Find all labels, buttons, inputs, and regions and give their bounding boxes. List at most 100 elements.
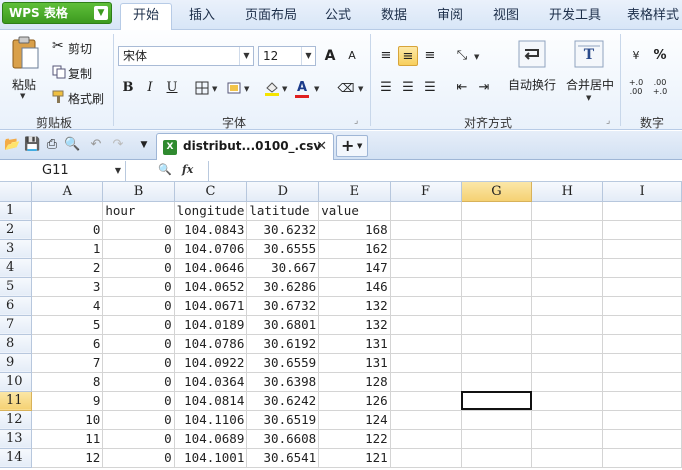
align-left-button[interactable]: ☰ bbox=[376, 78, 396, 98]
cell-b9[interactable]: 0 bbox=[102, 353, 175, 373]
cell-h12[interactable] bbox=[531, 410, 604, 430]
redo-icon[interactable]: ↷ bbox=[110, 137, 126, 153]
cell-a1[interactable] bbox=[31, 201, 104, 221]
increase-decimal-button[interactable]: +.0.00 bbox=[626, 78, 646, 98]
cell-i7[interactable] bbox=[602, 315, 682, 335]
tab-view[interactable]: 视图 bbox=[486, 6, 526, 30]
cell-d9[interactable]: 30.6559 bbox=[246, 353, 320, 373]
row-header[interactable]: 9 bbox=[0, 353, 33, 373]
cell-a6[interactable]: 4 bbox=[31, 296, 104, 316]
cell-f11[interactable] bbox=[390, 391, 462, 411]
cut-button[interactable]: ✂ 剪切 bbox=[50, 38, 110, 58]
cell-d8[interactable]: 30.6192 bbox=[246, 334, 320, 354]
decrease-indent-button[interactable]: ⇤ bbox=[452, 78, 472, 98]
column-header-d[interactable]: D bbox=[246, 182, 320, 202]
tab-review[interactable]: 审阅 bbox=[430, 6, 470, 30]
cell-i13[interactable] bbox=[602, 429, 682, 449]
cell-e4[interactable]: 147 bbox=[318, 258, 391, 278]
cell-d13[interactable]: 30.6608 bbox=[246, 429, 320, 449]
cell-e11[interactable]: 126 bbox=[318, 391, 391, 411]
column-header-e[interactable]: E bbox=[318, 182, 391, 202]
cell-e3[interactable]: 162 bbox=[318, 239, 391, 259]
cell-h8[interactable] bbox=[531, 334, 604, 354]
cell-i14[interactable] bbox=[602, 448, 682, 468]
cell-c3[interactable]: 104.0706 bbox=[174, 239, 248, 259]
cell-d7[interactable]: 30.6801 bbox=[246, 315, 320, 335]
print-icon[interactable]: ⎙ bbox=[44, 137, 60, 153]
cell-h9[interactable] bbox=[531, 353, 604, 373]
underline-button[interactable]: U bbox=[162, 78, 182, 98]
column-header-g[interactable]: G bbox=[461, 182, 533, 202]
format-painter-button[interactable]: 格式刷 bbox=[50, 88, 110, 108]
cell-c4[interactable]: 104.0646 bbox=[174, 258, 248, 278]
cell-f13[interactable] bbox=[390, 429, 462, 449]
cell-e7[interactable]: 132 bbox=[318, 315, 391, 335]
tab-developer[interactable]: 开发工具 bbox=[542, 6, 608, 30]
row-header[interactable]: 10 bbox=[0, 372, 33, 392]
cell-g8[interactable] bbox=[461, 334, 533, 354]
cell-a13[interactable]: 11 bbox=[31, 429, 104, 449]
cell-b5[interactable]: 0 bbox=[102, 277, 175, 297]
cell-d2[interactable]: 30.6232 bbox=[246, 220, 320, 240]
open-folder-icon[interactable]: 📂 bbox=[4, 137, 20, 153]
row-header[interactable]: 4 bbox=[0, 258, 33, 278]
increase-indent-button[interactable]: ⇥ bbox=[474, 78, 494, 98]
cell-b7[interactable]: 0 bbox=[102, 315, 175, 335]
percent-format-button[interactable]: % bbox=[650, 46, 670, 66]
cell-d4[interactable]: 30.667 bbox=[246, 258, 320, 278]
cell-b12[interactable]: 0 bbox=[102, 410, 175, 430]
align-right-button[interactable]: ☰ bbox=[420, 78, 440, 98]
decrease-font-size-button[interactable]: A bbox=[342, 46, 362, 66]
cell-e8[interactable]: 131 bbox=[318, 334, 391, 354]
cell-f2[interactable] bbox=[390, 220, 462, 240]
new-tab-button[interactable]: + ▼ bbox=[336, 135, 368, 157]
cell-h7[interactable] bbox=[531, 315, 604, 335]
cell-c5[interactable]: 104.0652 bbox=[174, 277, 248, 297]
cell-c6[interactable]: 104.0671 bbox=[174, 296, 248, 316]
currency-format-button[interactable]: ¥ bbox=[626, 46, 646, 66]
row-header[interactable]: 11 bbox=[0, 391, 33, 411]
row-header[interactable]: 13 bbox=[0, 429, 33, 449]
cell-g6[interactable] bbox=[461, 296, 533, 316]
cell-e6[interactable]: 132 bbox=[318, 296, 391, 316]
cell-h6[interactable] bbox=[531, 296, 604, 316]
cell-a3[interactable]: 1 bbox=[31, 239, 104, 259]
row-header[interactable]: 8 bbox=[0, 334, 33, 354]
cell-g3[interactable] bbox=[461, 239, 533, 259]
cell-e10[interactable]: 128 bbox=[318, 372, 391, 392]
cell-i1[interactable] bbox=[602, 201, 682, 221]
cell-h11[interactable] bbox=[531, 391, 604, 411]
row-header[interactable]: 12 bbox=[0, 410, 33, 430]
cell-c12[interactable]: 104.1106 bbox=[174, 410, 248, 430]
cell-i8[interactable] bbox=[602, 334, 682, 354]
cell-d14[interactable]: 30.6541 bbox=[246, 448, 320, 468]
column-header-h[interactable]: H bbox=[531, 182, 604, 202]
cell-f7[interactable] bbox=[390, 315, 462, 335]
align-bottom-button[interactable]: ≡ bbox=[420, 46, 440, 66]
cell-h13[interactable] bbox=[531, 429, 604, 449]
wrap-text-button[interactable]: 自动换行 bbox=[504, 38, 560, 102]
cell-c8[interactable]: 104.0786 bbox=[174, 334, 248, 354]
close-icon[interactable]: ✕ bbox=[316, 139, 327, 154]
column-header-a[interactable]: A bbox=[31, 182, 104, 202]
row-header[interactable]: 14 bbox=[0, 448, 33, 468]
cell-f3[interactable] bbox=[390, 239, 462, 259]
cell-i2[interactable] bbox=[602, 220, 682, 240]
dialog-launcher-icon[interactable]: ⌟ bbox=[354, 116, 358, 126]
cell-h14[interactable] bbox=[531, 448, 604, 468]
cell-d5[interactable]: 30.6286 bbox=[246, 277, 320, 297]
cell-b10[interactable]: 0 bbox=[102, 372, 175, 392]
column-header-i[interactable]: I bbox=[602, 182, 682, 202]
name-box[interactable]: G11 ▼ bbox=[0, 161, 126, 181]
cell-e2[interactable]: 168 bbox=[318, 220, 391, 240]
cell-b11[interactable]: 0 bbox=[102, 391, 175, 411]
borders-button[interactable] bbox=[192, 78, 212, 98]
column-header-b[interactable]: B bbox=[102, 182, 175, 202]
cell-c10[interactable]: 104.0364 bbox=[174, 372, 248, 392]
cell-g4[interactable] bbox=[461, 258, 533, 278]
cell-a2[interactable]: 0 bbox=[31, 220, 104, 240]
italic-button[interactable]: I bbox=[140, 78, 160, 98]
cell-f10[interactable] bbox=[390, 372, 462, 392]
cell-f9[interactable] bbox=[390, 353, 462, 373]
cell-c1[interactable]: longitude bbox=[174, 201, 248, 221]
